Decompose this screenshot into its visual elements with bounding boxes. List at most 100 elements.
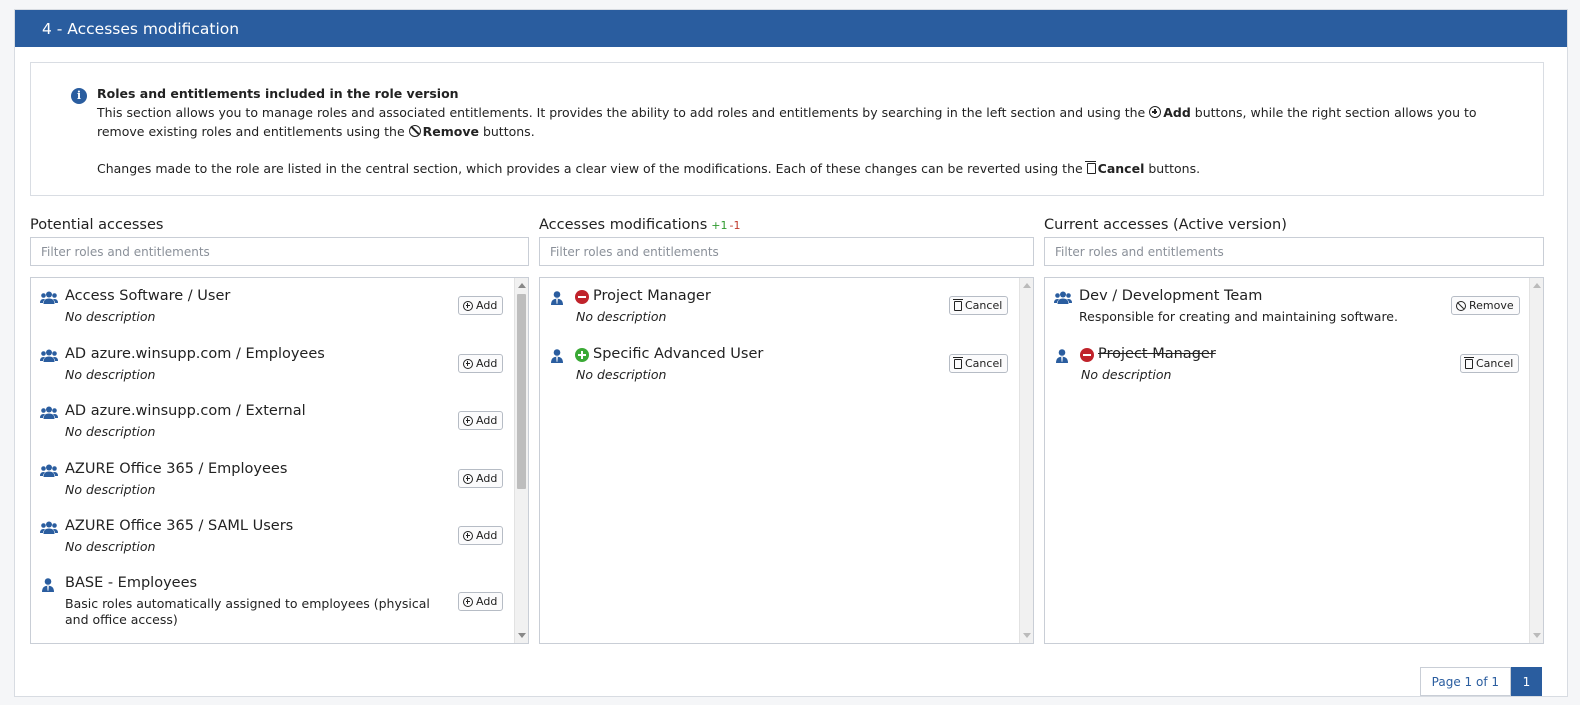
cancel-button-label: Cancel [965, 299, 1003, 312]
scroll-up-arrow[interactable] [518, 283, 526, 288]
item-description: No description [65, 539, 156, 554]
item-description: No description [65, 367, 156, 382]
trash-icon [952, 299, 963, 311]
info-paragraph-2: Changes made to the role are listed in t… [97, 159, 1497, 178]
add-button-label: Add [476, 357, 498, 370]
group-icon [40, 291, 58, 304]
cancel-button[interactable]: Cancel [949, 354, 1009, 373]
item-description: No description [65, 424, 156, 439]
item-description: No description [1081, 367, 1172, 382]
item-description: No description [576, 367, 667, 382]
potential-filter-input[interactable] [30, 237, 529, 266]
scroll-down-arrow[interactable] [1533, 633, 1541, 638]
removed-count: -1 [729, 219, 741, 232]
modifications-title: Accesses modifications +1 -1 [539, 217, 740, 233]
current-scrollbar[interactable] [1529, 278, 1543, 643]
item-name: AZURE Office 365 / SAML Users [65, 518, 294, 534]
page-1-button[interactable]: 1 [1511, 667, 1542, 696]
plus-circle-icon [463, 596, 473, 607]
modifications-title-text: Accesses modifications [539, 217, 708, 233]
added-status-icon [575, 348, 589, 362]
item-description: No description [65, 309, 156, 324]
add-button-label: Add [476, 299, 498, 312]
item-name: Project Manager [1098, 346, 1216, 362]
item-name: AD azure.winsupp.com / Employees [65, 346, 325, 362]
add-button-label: Add [476, 595, 498, 608]
item-description: No description [65, 482, 156, 497]
user-tie-icon [42, 578, 54, 592]
trash-icon [952, 357, 963, 369]
removed-status-icon [575, 290, 589, 304]
add-button-label: Add [476, 414, 498, 427]
item-name: AD azure.winsupp.com / External [65, 403, 306, 419]
add-button-label: Add [476, 472, 498, 485]
section-title: 4 - Accesses modification [42, 19, 240, 38]
plus-circle-icon [463, 415, 473, 426]
pagination: Page 1 of 1 1 [1419, 667, 1542, 696]
current-filter-input[interactable] [1044, 237, 1544, 266]
cancel-button[interactable]: Cancel [1460, 354, 1520, 373]
item-name: Dev / Development Team [1079, 288, 1263, 304]
potential-scrollbar[interactable] [514, 278, 528, 643]
info-add-keyword: Add [1163, 105, 1191, 120]
plus-circle-icon [463, 358, 473, 369]
scroll-down-arrow[interactable] [1023, 633, 1031, 638]
scroll-up-arrow[interactable] [1533, 283, 1541, 288]
info-p1-c: buttons. [482, 124, 535, 139]
trash-icon [1084, 161, 1096, 174]
add-button[interactable]: Add [458, 592, 504, 611]
item-name: Access Software / User [65, 288, 231, 304]
trash-icon [1463, 357, 1474, 369]
potential-accesses-title: Potential accesses [30, 217, 163, 233]
user-tie-icon [551, 291, 563, 305]
plus-circle-icon [463, 530, 473, 541]
item-description: Basic roles automatically assigned to em… [65, 596, 430, 627]
add-button[interactable]: Add [458, 354, 504, 373]
item-description: Responsible for creating and maintaining… [1079, 309, 1398, 324]
potential-title-text: Potential accesses [30, 217, 164, 233]
removed-status-icon [1080, 348, 1094, 362]
info-box: i Roles and entitlements included in the… [30, 62, 1544, 196]
user-tie-icon [1056, 349, 1068, 363]
scroll-down-arrow[interactable] [518, 633, 526, 638]
group-icon [40, 521, 58, 534]
info-paragraph-1: This section allows you to manage roles … [97, 103, 1497, 141]
cancel-button[interactable]: Cancel [949, 296, 1009, 315]
item-name: AZURE Office 365 / Employees [65, 461, 288, 477]
page-info: Page 1 of 1 [1419, 667, 1511, 696]
group-icon [40, 349, 58, 362]
user-tie-icon [551, 349, 563, 363]
item-name: Project Manager [593, 288, 711, 304]
scroll-up-arrow[interactable] [1023, 283, 1031, 288]
item-name: Specific Advanced User [593, 346, 764, 362]
info-p2-b: buttons. [1148, 161, 1201, 176]
accesses-modification-panel: 4 - Accesses modification i Roles and en… [14, 9, 1568, 697]
add-button[interactable]: Add [458, 411, 504, 430]
current-accesses-title: Current accesses (Active version) [1044, 217, 1287, 233]
info-remove-keyword: Remove [422, 124, 479, 139]
ban-icon [408, 125, 421, 137]
add-button[interactable]: Add [458, 469, 504, 488]
plus-circle-icon [463, 300, 473, 311]
ban-icon [1456, 300, 1466, 311]
item-name: BASE - Employees [65, 575, 198, 591]
section-header: 4 - Accesses modification [15, 10, 1567, 47]
info-p1-a: This section allows you to manage roles … [97, 105, 1146, 120]
add-button[interactable]: Add [458, 296, 504, 315]
modifications-scrollbar[interactable] [1019, 278, 1033, 643]
cancel-button-label: Cancel [965, 357, 1003, 370]
modifications-filter-input[interactable] [539, 237, 1034, 266]
add-button[interactable]: Add [458, 526, 504, 545]
remove-button-label: Remove [1469, 299, 1514, 312]
add-button-label: Add [476, 529, 498, 542]
group-icon [40, 406, 58, 419]
info-cancel-keyword: Cancel [1097, 161, 1145, 176]
current-accesses-list[interactable]: Dev / Development Team Responsible for c… [1044, 277, 1544, 644]
modifications-list[interactable]: Project Manager No description Cancel Sp… [539, 277, 1034, 644]
potential-accesses-list[interactable]: Access Software / User No description Ad… [30, 277, 529, 644]
remove-button[interactable]: Remove [1451, 296, 1520, 315]
item-description: No description [576, 309, 667, 324]
info-icon: i [71, 88, 87, 104]
added-count: +1 [711, 219, 728, 232]
scroll-thumb[interactable] [517, 294, 526, 489]
